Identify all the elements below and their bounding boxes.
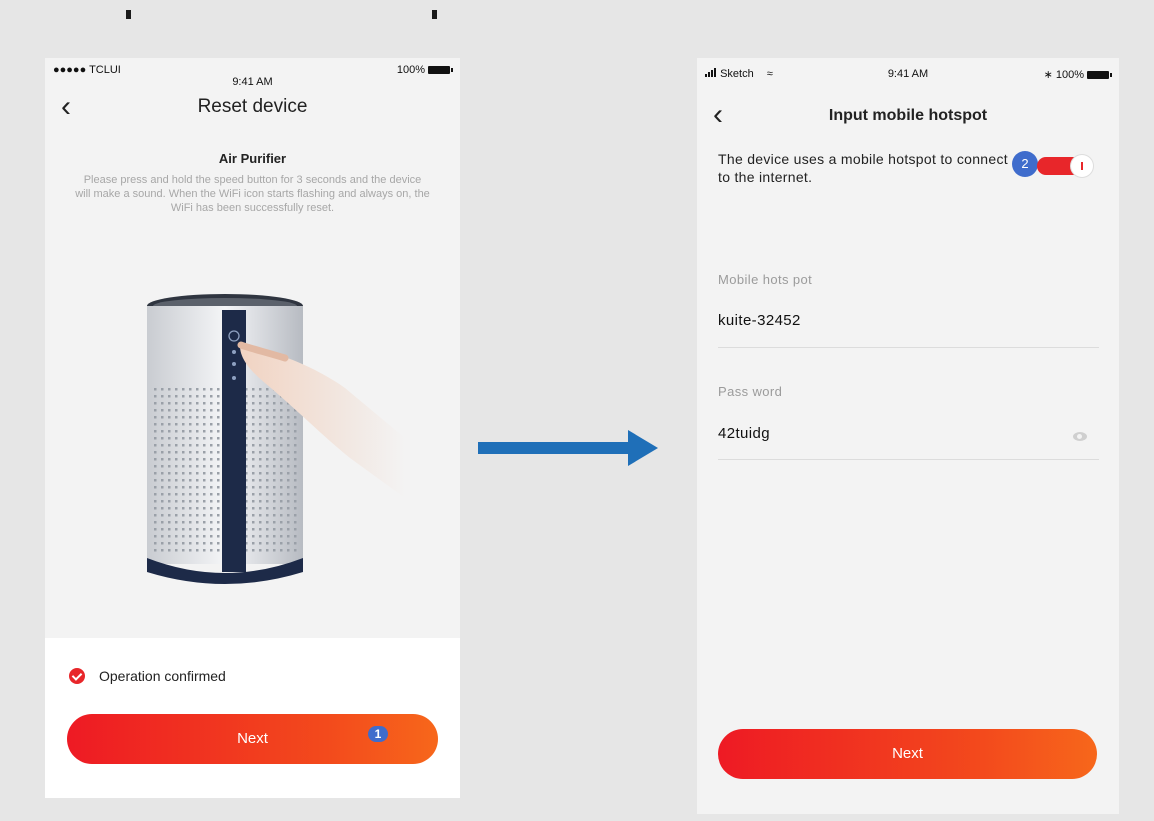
carrier-label: ●●●●● TCLUI xyxy=(53,64,121,76)
toggle-knob xyxy=(1071,155,1093,177)
battery-percent: 100% xyxy=(1055,68,1084,81)
input-hotspot-screen: Sketch ≈ 9:41 AM ∗ 100% ‹ Input mobile h… xyxy=(697,58,1119,814)
step-badge: 1 xyxy=(368,726,388,742)
confirmation-panel: Operation confirmed Next 1 xyxy=(45,638,460,798)
page-title: Reset device xyxy=(197,96,308,117)
reset-instructions: Please press and hold the speed button f… xyxy=(75,174,430,214)
air-purifier-image xyxy=(145,288,405,598)
page-title: Input mobile hotspot xyxy=(828,107,988,124)
divider xyxy=(718,347,1099,348)
step-badge: 2 xyxy=(1012,151,1038,177)
bluetooth-icon: ∗ xyxy=(1043,69,1053,81)
password-label: Pass word xyxy=(718,384,783,399)
next-label: Next xyxy=(237,730,268,747)
hotspot-toggle[interactable] xyxy=(1037,155,1093,177)
confirm-label: Operation confirmed xyxy=(99,668,226,684)
battery-icon xyxy=(1087,70,1112,79)
next-button[interactable]: Next 1 xyxy=(67,714,438,764)
top-edge-marks xyxy=(0,0,1154,22)
divider xyxy=(718,459,1099,460)
status-time: 9:41 AM xyxy=(232,76,273,88)
hotspot-label: Mobile hots pot xyxy=(718,272,813,287)
checkmark-icon xyxy=(69,668,85,684)
flow-arrow-icon xyxy=(478,430,658,466)
hotspot-description: The device uses a mobile hotspot to conn… xyxy=(718,151,1008,185)
password-input[interactable]: 42tuidg xyxy=(718,425,770,442)
eye-icon[interactable] xyxy=(1073,432,1087,441)
battery-icon xyxy=(428,66,453,74)
battery-percent: 100% xyxy=(396,64,425,76)
next-button[interactable]: Next xyxy=(718,729,1097,779)
operation-confirm-checkbox[interactable]: Operation confirmed xyxy=(69,668,226,684)
next-label: Next xyxy=(892,745,923,762)
device-name: Air Purifier xyxy=(218,151,287,166)
battery-status: 100% xyxy=(396,64,453,76)
status-bar: ●●●●● TCLUI 9:41 AM 100% xyxy=(45,58,460,88)
battery-status: ∗ 100% xyxy=(1043,68,1112,81)
status-bar: Sketch ≈ 9:41 AM ∗ 100% xyxy=(697,58,1119,84)
hotspot-input[interactable]: kuite-32452 xyxy=(718,312,801,329)
reset-device-screen: ●●●●● TCLUI 9:41 AM 100% ‹ Reset device … xyxy=(45,58,460,798)
